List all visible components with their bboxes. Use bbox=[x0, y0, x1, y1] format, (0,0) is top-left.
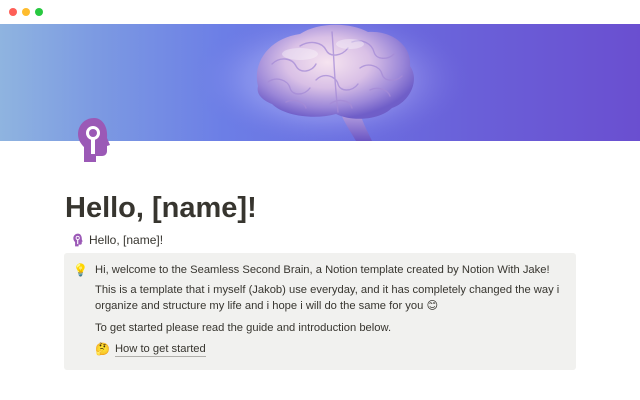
callout-text-line: To get started please read the guide and… bbox=[95, 322, 392, 334]
subpage-link-label: Hello, [name]! bbox=[89, 233, 164, 247]
callout-text-line: organize and structure my life and i hop… bbox=[95, 300, 439, 312]
thinking-face-icon: 🤔 bbox=[95, 342, 110, 356]
head-silhouette-icon bbox=[73, 233, 83, 247]
subpage-link[interactable]: Hello, [name]! bbox=[72, 231, 163, 249]
app-window: Hello, [name]! Hello, [name]! 💡 Hi, welc… bbox=[0, 0, 640, 400]
callout-text-line: This is a template that i myself (Jakob)… bbox=[95, 284, 560, 296]
how-to-get-started-link[interactable]: 🤔 How to get started bbox=[95, 340, 206, 358]
maximize-window-button[interactable] bbox=[35, 8, 43, 16]
callout-block: 💡 Hi, welcome to the Seamless Second Bra… bbox=[64, 253, 576, 370]
minimize-window-button[interactable] bbox=[22, 8, 30, 16]
page-title[interactable]: Hello, [name]! bbox=[65, 190, 257, 226]
close-window-button[interactable] bbox=[9, 8, 17, 16]
title-bar bbox=[0, 0, 640, 24]
how-to-get-started-label: How to get started bbox=[114, 342, 206, 357]
lightbulb-icon[interactable]: 💡 bbox=[73, 262, 88, 278]
callout-text-line: Hi, welcome to the Seamless Second Brain… bbox=[95, 264, 550, 276]
head-silhouette-icon[interactable] bbox=[74, 116, 114, 164]
